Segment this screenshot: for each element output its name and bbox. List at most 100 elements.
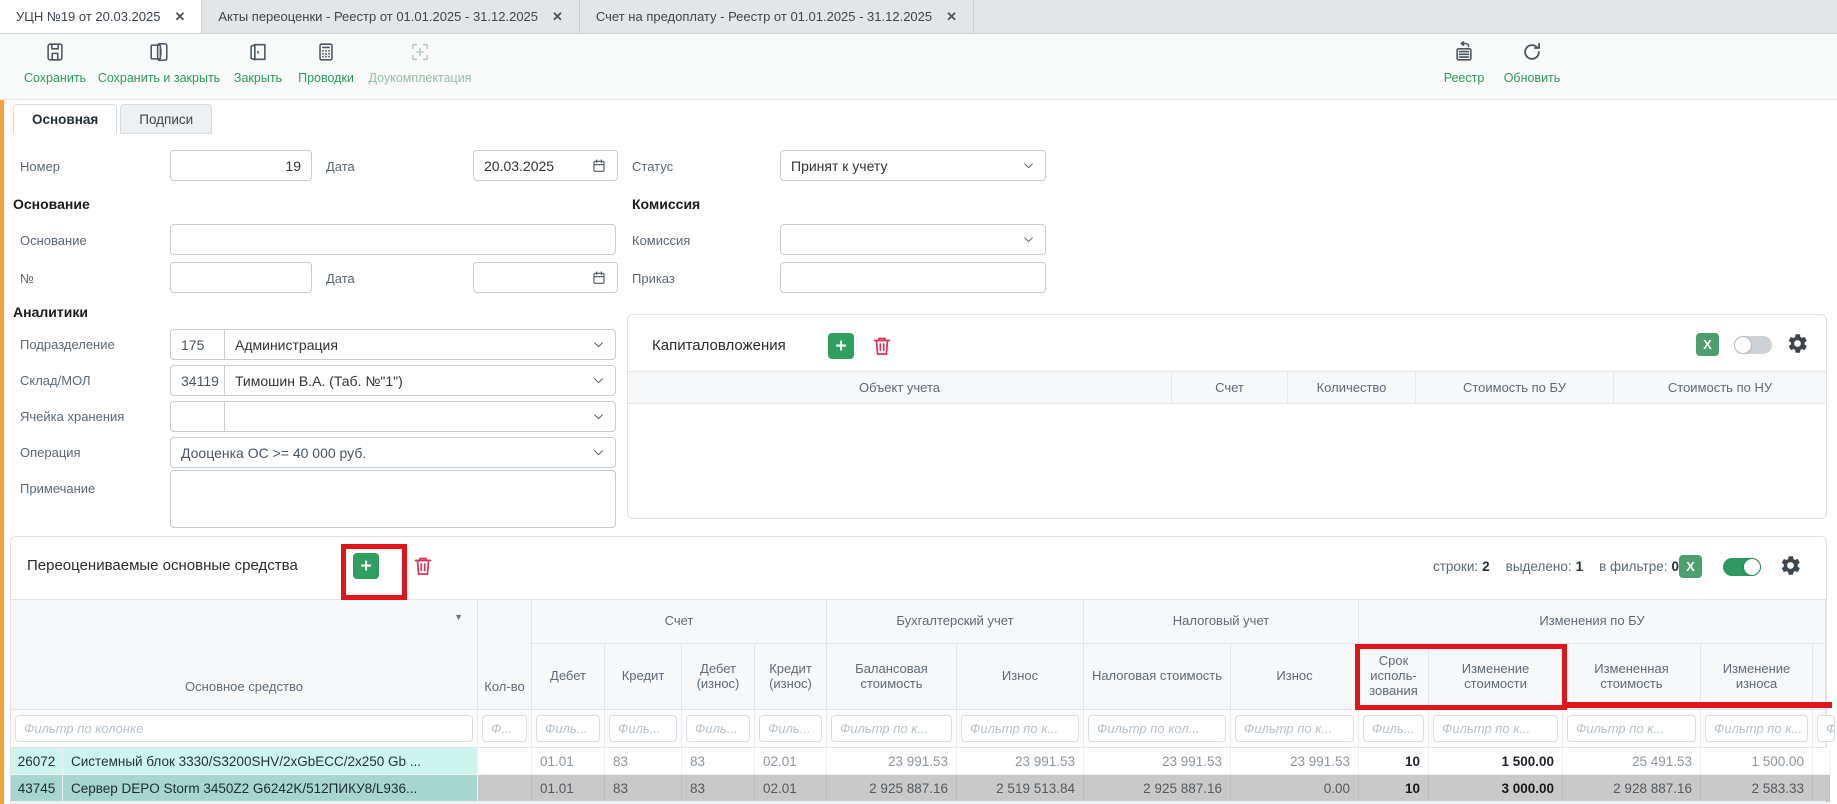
assets-delete-button[interactable]	[411, 554, 435, 578]
column-filter-caret-icon[interactable]: ▼	[454, 612, 463, 622]
row-0-cell-5[interactable]: 23 991.53	[827, 748, 957, 775]
row-1-code-cell[interactable]: 43745	[11, 775, 63, 802]
osnovanie-field[interactable]	[170, 224, 616, 255]
row-0-cell-13[interactable]	[1813, 748, 1830, 775]
filter-input-6[interactable]: Фильтр по к...	[831, 715, 952, 742]
save-button[interactable]: Сохранить	[19, 41, 91, 85]
tab-close-icon[interactable]: ✕	[174, 9, 185, 25]
assets-settings-button[interactable]	[1779, 554, 1802, 582]
row-1-cell-4[interactable]: 02.01	[755, 775, 827, 802]
komissiya-select[interactable]	[780, 224, 1046, 255]
tab-close-icon[interactable]: ✕	[552, 9, 563, 25]
registry-button[interactable]: Реестр	[1438, 41, 1490, 85]
podrazdelenie-code[interactable]: 175	[170, 329, 225, 360]
kap-column-header-3[interactable]: Стоимость по БУ	[1416, 372, 1614, 403]
tab-close-icon[interactable]: ✕	[946, 9, 957, 25]
row-0-cell-7[interactable]: 23 991.53	[1084, 748, 1231, 775]
filter-input-3[interactable]: Филь...	[609, 715, 677, 742]
filter-input-4[interactable]: Филь...	[686, 715, 750, 742]
num-field[interactable]	[170, 262, 312, 293]
column-header-14[interactable]	[1813, 644, 1826, 710]
column-header-4[interactable]: Дебет (износ)	[682, 644, 755, 710]
kapital-delete-button[interactable]	[870, 334, 894, 358]
row-0-cell-0[interactable]	[478, 748, 532, 775]
filter-input-10[interactable]: Филь...	[1363, 715, 1424, 742]
refresh-button[interactable]: Обновить	[1501, 41, 1563, 85]
row-1-cell-13[interactable]	[1813, 775, 1830, 802]
kap-column-header-4[interactable]: Стоимость по НУ	[1614, 372, 1826, 403]
row-0-cell-10[interactable]: 1 500.00	[1429, 748, 1563, 775]
filter-input-8[interactable]: Фильтр по кол...	[1088, 715, 1226, 742]
row-0-cell-11[interactable]: 25 491.53	[1563, 748, 1701, 775]
column-header-5[interactable]: Кредит (износ)	[755, 644, 827, 710]
yacheyka-select[interactable]	[224, 401, 616, 432]
tab-osnovnaya[interactable]: Основная	[13, 104, 117, 134]
filter-input-11[interactable]: Фильтр по к...	[1433, 715, 1558, 742]
calendar-icon[interactable]	[591, 270, 607, 286]
operaciya-select[interactable]: Дооценка ОС >= 40 000 руб.	[170, 437, 616, 468]
data1-field[interactable]: 20.03.2025	[473, 150, 618, 181]
row-1-cell-9[interactable]: 10	[1359, 775, 1429, 802]
row-1-cell-6[interactable]: 2 519 513.84	[957, 775, 1084, 802]
kapital-settings-button[interactable]	[1786, 332, 1809, 360]
prikaz-field[interactable]	[780, 262, 1046, 293]
kap-column-header-0[interactable]: Объект учета	[628, 372, 1172, 403]
row-1-cell-12[interactable]: 2 583.33	[1701, 775, 1813, 802]
row-1-cell-8[interactable]: 0.00	[1231, 775, 1359, 802]
column-header-3[interactable]: Кредит	[605, 644, 682, 710]
kap-column-header-2[interactable]: Количество	[1288, 372, 1416, 403]
window-tab-invoice-register[interactable]: Счет на предоплату - Реестр от 01.01.202…	[580, 0, 974, 33]
podrazdelenie-select[interactable]: Администрация	[224, 329, 616, 360]
row-0-cell-2[interactable]: 83	[605, 748, 682, 775]
calendar-icon[interactable]	[591, 158, 607, 174]
nomer-field[interactable]: 19	[170, 150, 312, 181]
filter-input-9[interactable]: Фильтр по к...	[1235, 715, 1354, 742]
postings-button[interactable]: Проводки	[296, 41, 356, 85]
row-0-cell-1[interactable]: 01.01	[532, 748, 605, 775]
assets-add-button[interactable]: +	[353, 553, 379, 579]
filter-input-14[interactable]: Ф	[1817, 715, 1835, 742]
filter-input-7[interactable]: Фильтр по к...	[961, 715, 1079, 742]
sklad-select[interactable]: Тимошин В.А. (Таб. №"1")	[224, 365, 616, 396]
row-0-cell-4[interactable]: 02.01	[755, 748, 827, 775]
row-1-cell-0[interactable]	[478, 775, 532, 802]
filter-input-12[interactable]: Фильтр по к...	[1567, 715, 1696, 742]
row-1-cell-3[interactable]: 83	[682, 775, 755, 802]
column-header-9[interactable]: Износ	[1231, 644, 1359, 710]
filter-input-13[interactable]: Фильтр по к...	[1705, 715, 1808, 742]
row-0-cell-9[interactable]: 10	[1359, 748, 1429, 775]
kap-column-header-1[interactable]: Счет	[1172, 372, 1288, 403]
row-0-name-cell[interactable]: Системный блок 3330/S3200SHV/2xGbECC/2x2…	[63, 748, 478, 775]
sklad-code[interactable]: 34119	[170, 365, 225, 396]
row-1-cell-5[interactable]: 2 925 887.16	[827, 775, 957, 802]
kapital-excel-button[interactable]: X	[1696, 333, 1719, 356]
close-button[interactable]: Закрыть	[231, 41, 285, 85]
assets-filter-toggle[interactable]	[1723, 558, 1761, 576]
column-header-12[interactable]: Измененная стоимость	[1563, 644, 1701, 710]
row-0-cell-8[interactable]: 23 991.53	[1231, 748, 1359, 775]
row-1-cell-1[interactable]: 01.01	[532, 775, 605, 802]
row-1-cell-2[interactable]: 83	[605, 775, 682, 802]
kapital-filter-toggle[interactable]	[1734, 336, 1772, 354]
column-header-7[interactable]: Износ	[957, 644, 1084, 710]
column-header-main[interactable]: Основное средство▼	[11, 600, 478, 710]
kapital-add-button[interactable]: +	[828, 333, 854, 359]
column-header-8[interactable]: Налоговая стоимость	[1084, 644, 1231, 710]
filter-input-2[interactable]: Филь...	[536, 715, 600, 742]
column-header-2[interactable]: Дебет	[532, 644, 605, 710]
status-select[interactable]: Принят к учету	[780, 150, 1046, 181]
column-header-kolvo[interactable]: Кол-во	[478, 600, 532, 710]
row-1-cell-10[interactable]: 3 000.00	[1429, 775, 1563, 802]
window-tab-document[interactable]: УЦН №19 от 20.03.2025 ✕	[0, 0, 202, 33]
primechanie-field[interactable]	[170, 470, 616, 528]
data2-field[interactable]	[473, 262, 618, 293]
filter-input-5[interactable]: Филь...	[759, 715, 822, 742]
row-0-cell-12[interactable]: 1 500.00	[1701, 748, 1813, 775]
row-1-cell-7[interactable]: 2 925 887.16	[1084, 775, 1231, 802]
tab-podpisi[interactable]: Подписи	[120, 104, 212, 134]
row-1-name-cell[interactable]: Сервер DEPO Storm 3450Z2 G6242K/512ПИКУ8…	[63, 775, 478, 802]
column-header-10[interactable]: Срок исполь-зования	[1359, 644, 1429, 710]
column-header-13[interactable]: Изменение износа	[1701, 644, 1813, 710]
save-and-close-button[interactable]: Сохранить и закрыть	[98, 41, 220, 85]
assets-excel-button[interactable]: X	[1679, 555, 1702, 578]
